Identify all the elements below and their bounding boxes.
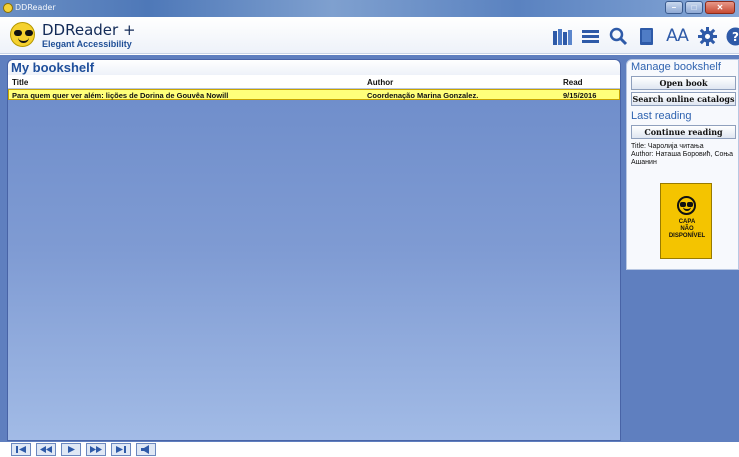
last-book-title: Title: Чаролија читања: [631, 143, 704, 150]
app-tagline: Elegant Accessibility: [42, 39, 132, 49]
column-author[interactable]: Author: [367, 78, 393, 87]
side-panel: Manage bookshelf Open book Search online…: [626, 59, 739, 270]
manage-bookshelf-heading: Manage bookshelf: [631, 61, 721, 73]
last-book-author: Author: Наташа Боровић, Соња Ашанин: [631, 151, 733, 166]
window-controls: – □ ✕: [665, 1, 735, 14]
row-title: Para quem quer ver além: lições de Dorin…: [12, 91, 229, 100]
bookmark-icon[interactable]: [636, 26, 657, 47]
player-bar: [0, 442, 739, 457]
continue-reading-button[interactable]: Continue reading: [631, 125, 736, 139]
cover-logo-icon: [677, 196, 696, 215]
app-icon: [3, 3, 13, 13]
last-book-info: Title: Чаролија читања Author: Наташа Бо…: [627, 139, 738, 167]
maximize-button[interactable]: □: [685, 1, 703, 14]
column-title[interactable]: Title: [12, 78, 28, 87]
main-area: My bookshelf Title Author Read Para quem…: [0, 55, 739, 442]
svg-text:?: ?: [732, 30, 739, 44]
table-row[interactable]: Para quem quer ver além: lições de Dorin…: [8, 89, 620, 100]
bookshelf-column-headers: Title Author Read: [8, 75, 620, 89]
settings-icon[interactable]: [697, 26, 718, 47]
row-author: Coordenação Marina Gonzalez.: [367, 91, 479, 100]
open-book-button[interactable]: Open book: [631, 76, 736, 90]
window-title: DDReader: [15, 3, 56, 12]
list-icon[interactable]: [580, 26, 601, 47]
app-logo: [10, 22, 35, 47]
bookshelf-header: My bookshelf: [8, 60, 620, 75]
minimize-button[interactable]: –: [665, 1, 683, 14]
speaker-icon[interactable]: [136, 443, 156, 456]
font-size-icon[interactable]: AA: [664, 26, 690, 47]
close-button[interactable]: ✕: [705, 1, 735, 14]
window-title-bar: DDReader – □ ✕: [0, 0, 739, 17]
player-controls: [11, 443, 156, 456]
book-cover[interactable]: CAPA NÃO DISPONÍVEL: [660, 183, 712, 259]
play-icon[interactable]: [61, 443, 81, 456]
font-size-label: AA: [666, 26, 689, 46]
cover-placeholder-text: CAPA NÃO DISPONÍVEL: [668, 219, 706, 239]
bookshelf-icon[interactable]: [552, 26, 573, 47]
last-reading-heading: Last reading: [631, 110, 692, 122]
search-icon[interactable]: [608, 26, 629, 47]
row-read-date: 9/15/2016: [563, 91, 597, 100]
app-name: DDReader +: [42, 21, 136, 39]
skip-to-end-icon[interactable]: [111, 443, 131, 456]
fast-forward-icon[interactable]: [86, 443, 106, 456]
rewind-icon[interactable]: [36, 443, 56, 456]
skip-to-start-icon[interactable]: [11, 443, 31, 456]
search-catalogs-button[interactable]: Search online catalogs: [631, 92, 736, 106]
help-icon[interactable]: ?: [725, 26, 739, 47]
toolbar: AA ?: [552, 23, 739, 49]
app-header: DDReader + Elegant Accessibility AA ?: [0, 17, 739, 54]
column-read[interactable]: Read: [563, 78, 583, 87]
bookshelf-panel: My bookshelf Title Author Read Para quem…: [7, 59, 621, 441]
bookshelf-title: My bookshelf: [11, 60, 95, 75]
